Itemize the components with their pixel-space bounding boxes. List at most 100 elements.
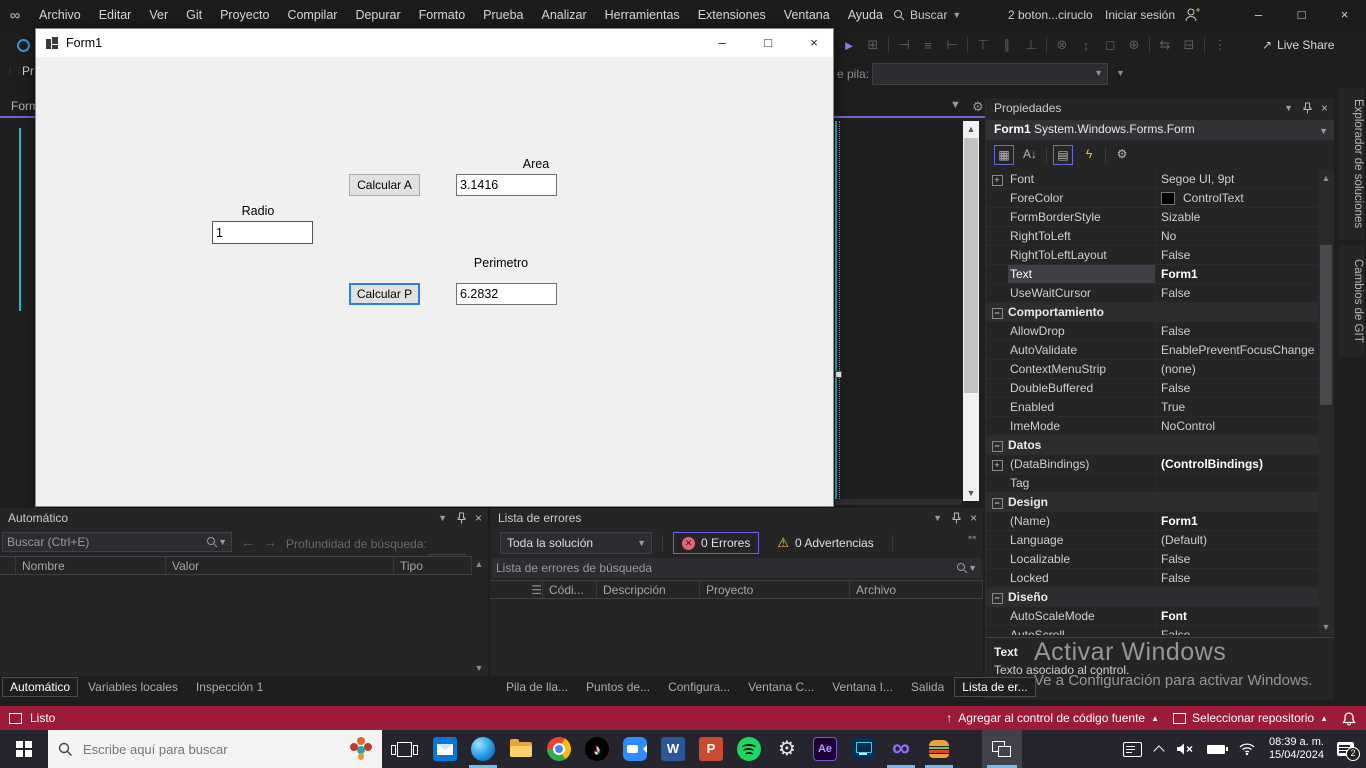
align-middle-icon[interactable]: ∥ xyxy=(998,37,1016,53)
autos-scrollbar[interactable]: ▲ ▼ xyxy=(472,556,486,676)
window-position-chevron-icon[interactable]: ▼ xyxy=(933,513,942,523)
property-row-locked[interactable]: LockedFalse xyxy=(986,569,1319,588)
tab-inspección-1[interactable]: Inspección 1 xyxy=(188,677,271,697)
align-top-icon[interactable]: ⊤ xyxy=(974,37,992,53)
property-row-name[interactable]: (Name)Form1 xyxy=(986,512,1319,531)
task-view-button[interactable] xyxy=(382,730,426,768)
snap-grid-icon[interactable]: ⊞ xyxy=(864,37,882,53)
volume-muted-icon[interactable] xyxy=(1176,742,1194,756)
size-both-icon[interactable]: ◻ xyxy=(1101,37,1119,53)
property-value[interactable]: No xyxy=(1156,227,1319,245)
error-search-input[interactable] xyxy=(496,561,956,575)
property-row-imemode[interactable]: ImeModeNoControl xyxy=(986,417,1319,436)
tab-list-chevron-icon[interactable]: ▼ xyxy=(950,99,961,111)
notification-center-icon[interactable]: 2 xyxy=(1337,742,1354,756)
start-button[interactable] xyxy=(0,730,48,768)
property-row-tag[interactable]: Tag xyxy=(986,474,1319,493)
spacing-h-icon[interactable]: ⇆ xyxy=(1156,37,1174,53)
taskbar-icon-spotify[interactable] xyxy=(730,730,768,768)
bell-icon[interactable] xyxy=(1342,711,1356,726)
back-arrow-icon[interactable]: ← xyxy=(241,534,255,550)
search-control[interactable]: Buscar ▼ xyxy=(893,6,961,24)
property-category-diseño[interactable]: −Diseño xyxy=(986,588,1319,607)
tab-salida[interactable]: Salida xyxy=(903,677,952,697)
window-position-chevron-icon[interactable]: ▼ xyxy=(438,513,447,523)
add-source-control-button[interactable]: ↑ Agregar al control de código fuente ▲ xyxy=(946,711,1159,725)
column-header-valor[interactable]: Valor xyxy=(166,557,394,574)
menu-item-compilar[interactable]: Compilar xyxy=(278,0,346,30)
property-value[interactable]: True xyxy=(1156,398,1319,416)
menu-item-prueba[interactable]: Prueba xyxy=(474,0,532,30)
clock[interactable]: 08:39 a. m. 15/04/2024 xyxy=(1269,736,1324,762)
severity-column-icon[interactable]: ☰ xyxy=(490,581,543,598)
events-icon[interactable]: ϟ xyxy=(1079,145,1099,165)
person-add-icon[interactable] xyxy=(1183,6,1201,24)
column-header-nombre[interactable]: Nombre xyxy=(16,557,166,574)
warnings-filter-button[interactable]: ⚠ 0 Advertencias xyxy=(769,532,881,554)
collapse-icon[interactable]: − xyxy=(986,436,1008,454)
sign-in-button[interactable]: Iniciar sesión xyxy=(1105,8,1175,22)
property-row-righttoleftlayout[interactable]: RightToLeftLayoutFalse xyxy=(986,246,1319,265)
menu-item-analizar[interactable]: Analizar xyxy=(532,0,595,30)
menu-item-git[interactable]: Git xyxy=(177,0,211,30)
error-list-header[interactable]: Lista de errores ▼ × xyxy=(490,508,983,529)
align-left-icon[interactable]: ⊣ xyxy=(895,37,913,53)
taskbar-icon-powerpoint[interactable]: P xyxy=(692,730,730,768)
property-row-righttoleft[interactable]: RightToLeftNo xyxy=(986,227,1319,246)
menu-item-ventana[interactable]: Ventana xyxy=(775,0,839,30)
column-header-archivo[interactable]: Archivo xyxy=(850,581,983,598)
project-name[interactable]: 2 boton...ciruclo xyxy=(1008,8,1093,22)
battery-icon[interactable] xyxy=(1207,745,1225,754)
pointer-icon[interactable]: ► xyxy=(840,38,858,53)
property-category-design[interactable]: −Design xyxy=(986,493,1319,512)
align-right-icon[interactable]: ⊢ xyxy=(943,37,961,53)
properties-header[interactable]: Propiedades ▼ × xyxy=(986,98,1334,119)
column-header-descripción[interactable]: Descripción xyxy=(597,581,700,598)
expand-icon[interactable]: + xyxy=(986,455,1008,473)
overflow-icon[interactable]: ⋮ xyxy=(1211,37,1229,53)
property-row-autoscroll[interactable]: AutoScrollFalse xyxy=(986,626,1319,635)
toolbar-overflow-icon[interactable]: ▪▪ xyxy=(968,530,977,544)
column-header-proyecto[interactable]: Proyecto xyxy=(700,581,850,598)
property-value[interactable]: Form1 xyxy=(1156,265,1319,283)
property-row-forecolor[interactable]: ForeColorControlText xyxy=(986,189,1319,208)
tab-ventana-i[interactable]: Ventana I... xyxy=(824,677,901,697)
stack-frame-dropdown[interactable]: ▼ xyxy=(872,63,1108,85)
scroll-up-icon[interactable]: ▲ xyxy=(1318,173,1334,183)
taskbar-icon-dev-portal[interactable] xyxy=(844,730,882,768)
taskbar-icon-settings[interactable]: ⚙ xyxy=(768,730,806,768)
taskbar-icon-visual-studio[interactable]: ∞ xyxy=(882,730,920,768)
scroll-down-icon[interactable]: ▼ xyxy=(472,660,486,676)
window-position-chevron-icon[interactable]: ▼ xyxy=(1284,103,1293,113)
navigate-back-icon[interactable] xyxy=(17,39,30,52)
property-value[interactable]: False xyxy=(1156,379,1319,397)
property-value[interactable]: ControlText xyxy=(1156,189,1319,207)
autos-search-input[interactable] xyxy=(7,535,206,549)
maximize-button[interactable]: □ xyxy=(1280,0,1323,30)
tab-configura[interactable]: Configura... xyxy=(660,677,738,697)
property-category-comportamiento[interactable]: −Comportamiento xyxy=(986,303,1319,322)
scroll-down-icon[interactable]: ▼ xyxy=(963,485,979,501)
form-close-button[interactable]: × xyxy=(791,29,837,57)
taskbar-running-form1-app[interactable] xyxy=(982,730,1022,768)
property-value[interactable]: (none) xyxy=(1156,360,1319,378)
autos-header[interactable]: Automático ▼ × xyxy=(0,508,488,529)
area-textbox[interactable] xyxy=(456,174,557,196)
taskbar-icon-word[interactable]: W xyxy=(654,730,692,768)
property-row-allowdrop[interactable]: AllowDropFalse xyxy=(986,322,1319,341)
minimize-button[interactable]: – xyxy=(1237,0,1280,30)
scroll-down-icon[interactable]: ▼ xyxy=(1318,622,1334,632)
tab-automático[interactable]: Automático xyxy=(2,677,78,697)
column-header-tipo[interactable]: Tipo xyxy=(394,557,472,574)
taskbar-icon-edge[interactable] xyxy=(464,730,502,768)
property-value[interactable]: Font xyxy=(1156,607,1319,625)
close-icon[interactable]: × xyxy=(970,511,977,525)
select-repository-button[interactable]: Seleccionar repositorio ▲ xyxy=(1173,711,1328,725)
property-row-formborderstyle[interactable]: FormBorderStyleSizable xyxy=(986,208,1319,227)
form-minimize-button[interactable]: – xyxy=(699,29,745,57)
toolbar-overflow-icon[interactable]: ▼ xyxy=(1116,68,1125,78)
document-tab-fragment[interactable]: Form xyxy=(0,95,35,118)
pin-icon[interactable] xyxy=(1302,102,1312,114)
resize-handle[interactable] xyxy=(835,371,842,378)
menu-item-herramientas[interactable]: Herramientas xyxy=(596,0,689,30)
